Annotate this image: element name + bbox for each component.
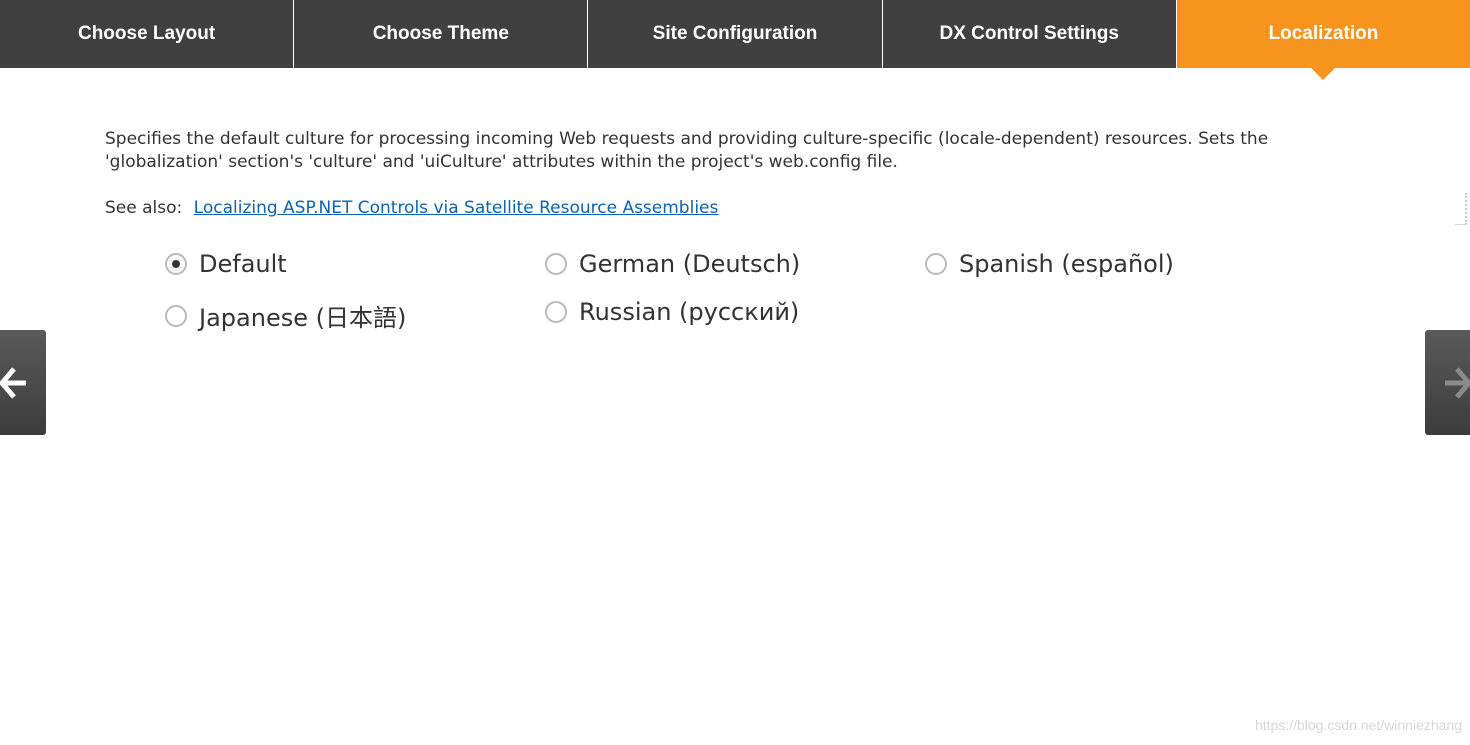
culture-option-label: Russian (русский): [579, 298, 800, 326]
resize-handle[interactable]: [1455, 193, 1467, 225]
culture-option-german[interactable]: German (Deutsch): [545, 250, 800, 278]
next-step-button[interactable]: [1425, 330, 1470, 435]
tab-site-configuration[interactable]: Site Configuration: [588, 0, 883, 68]
culture-option-spanish[interactable]: Spanish (español): [925, 250, 1174, 278]
culture-option-label: Spanish (español): [959, 250, 1174, 278]
radio-button[interactable]: [925, 253, 947, 275]
arrow-right-icon: [1445, 366, 1470, 399]
satellite-assemblies-link[interactable]: Localizing ASP.NET Controls via Satellit…: [194, 198, 719, 218]
culture-option-label: Japanese (日本語): [199, 304, 407, 332]
see-also: See also: Localizing ASP.NET Controls vi…: [105, 197, 718, 220]
wizard-tabs: Choose Layout Choose Theme Site Configur…: [0, 0, 1470, 80]
culture-option-japanese[interactable]: Japanese (日本語): [165, 298, 406, 333]
culture-option-label: Default: [199, 250, 287, 278]
watermark: https://blog.csdn.net/winniezhang: [1254, 717, 1462, 733]
previous-step-button[interactable]: [0, 330, 46, 435]
tab-choose-theme[interactable]: Choose Theme: [294, 0, 589, 68]
tab-dx-control-settings[interactable]: DX Control Settings: [882, 0, 1177, 68]
radio-button[interactable]: [165, 304, 187, 327]
radio-button[interactable]: [545, 253, 567, 275]
culture-option-default[interactable]: Default: [165, 250, 287, 278]
tab-choose-layout[interactable]: Choose Layout: [0, 0, 295, 68]
culture-option-label: German (Deutsch): [579, 250, 801, 278]
see-also-label: See also:: [105, 198, 183, 218]
localization-description: Specifies the default culture for proces…: [105, 129, 1269, 172]
radio-button-checked[interactable]: [165, 253, 187, 275]
wizard-page: Choose Layout Choose Theme Site Configur…: [0, 0, 1470, 745]
arrow-left-icon: [0, 366, 26, 399]
tab-localization[interactable]: Localization: [1176, 0, 1470, 80]
culture-option-russian[interactable]: Russian (русский): [545, 298, 799, 326]
radio-button[interactable]: [545, 301, 567, 323]
